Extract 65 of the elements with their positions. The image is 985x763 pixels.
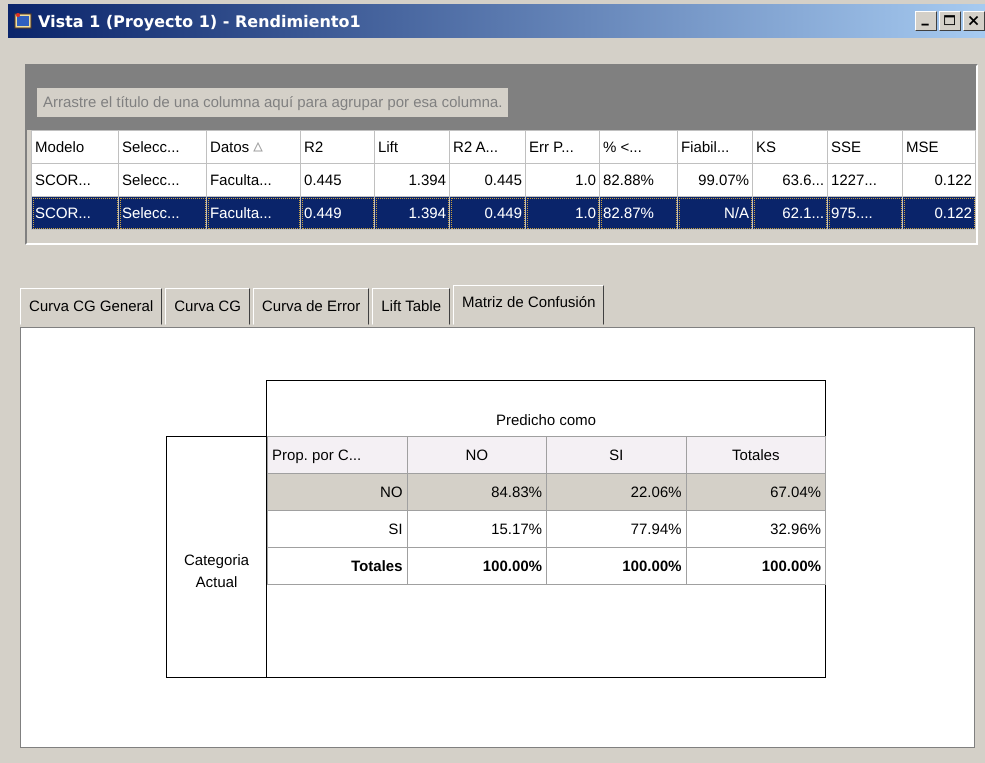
table-cell[interactable]: 975.... <box>828 196 902 230</box>
sort-icon <box>253 142 264 152</box>
column-header[interactable]: SSE <box>828 130 902 164</box>
tab[interactable]: Curva de Error <box>252 288 370 325</box>
table-cell[interactable]: 99.07% <box>678 164 752 196</box>
window-icon <box>14 12 32 30</box>
column-header[interactable]: Datos <box>206 130 300 164</box>
table-cell: Totales <box>268 548 407 584</box>
table-cell: 100.00% <box>686 548 826 584</box>
tab[interactable]: Matriz de Confusión <box>453 285 604 325</box>
table-cell[interactable]: N/A <box>678 196 752 230</box>
table-cell: NO <box>268 474 407 510</box>
table-cell[interactable]: 63.6... <box>752 164 828 196</box>
table-cell[interactable]: 0.445 <box>300 164 374 196</box>
table-cell[interactable]: 82.87% <box>600 196 678 230</box>
table-cell[interactable]: 82.88% <box>600 164 678 196</box>
column-header[interactable]: % <... <box>600 130 678 164</box>
table-cell[interactable]: 1.0 <box>526 164 600 196</box>
column-header[interactable]: R2 <box>300 130 374 164</box>
column-header[interactable]: Modelo <box>32 130 118 164</box>
table-cell[interactable]: Selecc... <box>118 196 206 230</box>
group-prompt: Arrastre el título de una columna aquí para agrupar por esa columna. <box>37 88 508 117</box>
table-cell[interactable]: 0.449 <box>300 196 374 230</box>
table-cell: 84.83% <box>407 474 546 510</box>
column-header[interactable]: Fiabil... <box>678 130 752 164</box>
close-icon[interactable] <box>963 11 985 31</box>
table-cell[interactable]: 0.122 <box>902 196 976 230</box>
table-cell: 22.06% <box>546 474 686 510</box>
table-cell[interactable]: 1.394 <box>374 164 450 196</box>
row-group-header: Categoria Actual <box>166 436 266 678</box>
table-cell[interactable]: 62.1... <box>752 196 828 230</box>
table-cell[interactable]: SCOR... <box>32 196 118 230</box>
column-header[interactable]: Selecc... <box>118 130 206 164</box>
column-header[interactable]: Err P... <box>526 130 600 164</box>
column-header[interactable]: R2 A... <box>450 130 526 164</box>
table-cell[interactable]: 1.394 <box>374 196 450 230</box>
table-cell: 100.00% <box>407 548 546 584</box>
table-cell[interactable]: 0.449 <box>450 196 526 230</box>
table-cell[interactable]: 1227... <box>828 164 902 196</box>
maximize-icon[interactable] <box>939 11 961 31</box>
table-cell: 32.96% <box>686 510 826 548</box>
table-cell[interactable]: 0.445 <box>450 164 526 196</box>
minimize-icon[interactable] <box>915 11 937 31</box>
tab[interactable]: Lift Table <box>372 288 450 325</box>
tab[interactable]: Curva CG <box>165 288 250 325</box>
column-header[interactable]: KS <box>752 130 828 164</box>
table-cell: 67.04% <box>686 474 826 510</box>
column-header: NO <box>407 436 546 474</box>
table-cell[interactable]: Selecc... <box>118 164 206 196</box>
column-header: Totales <box>686 436 826 474</box>
column-header: Prop. por C... <box>268 436 407 474</box>
window-title: Vista 1 (Proyecto 1) - Rendimiento1 <box>38 12 361 30</box>
table-cell[interactable]: Faculta... <box>206 196 300 230</box>
table-cell: 77.94% <box>546 510 686 548</box>
column-header: SI <box>546 436 686 474</box>
table-cell[interactable]: Faculta... <box>206 164 300 196</box>
column-header[interactable]: Lift <box>374 130 450 164</box>
table-cell: SI <box>268 510 407 548</box>
tab[interactable]: Curva CG General <box>20 288 162 325</box>
table-cell[interactable]: SCOR... <box>32 164 118 196</box>
table-cell[interactable]: 0.122 <box>902 164 976 196</box>
table-cell: 100.00% <box>546 548 686 584</box>
table-cell: 15.17% <box>407 510 546 548</box>
table-cell[interactable]: 1.0 <box>526 196 600 230</box>
column-header[interactable]: MSE <box>902 130 976 164</box>
